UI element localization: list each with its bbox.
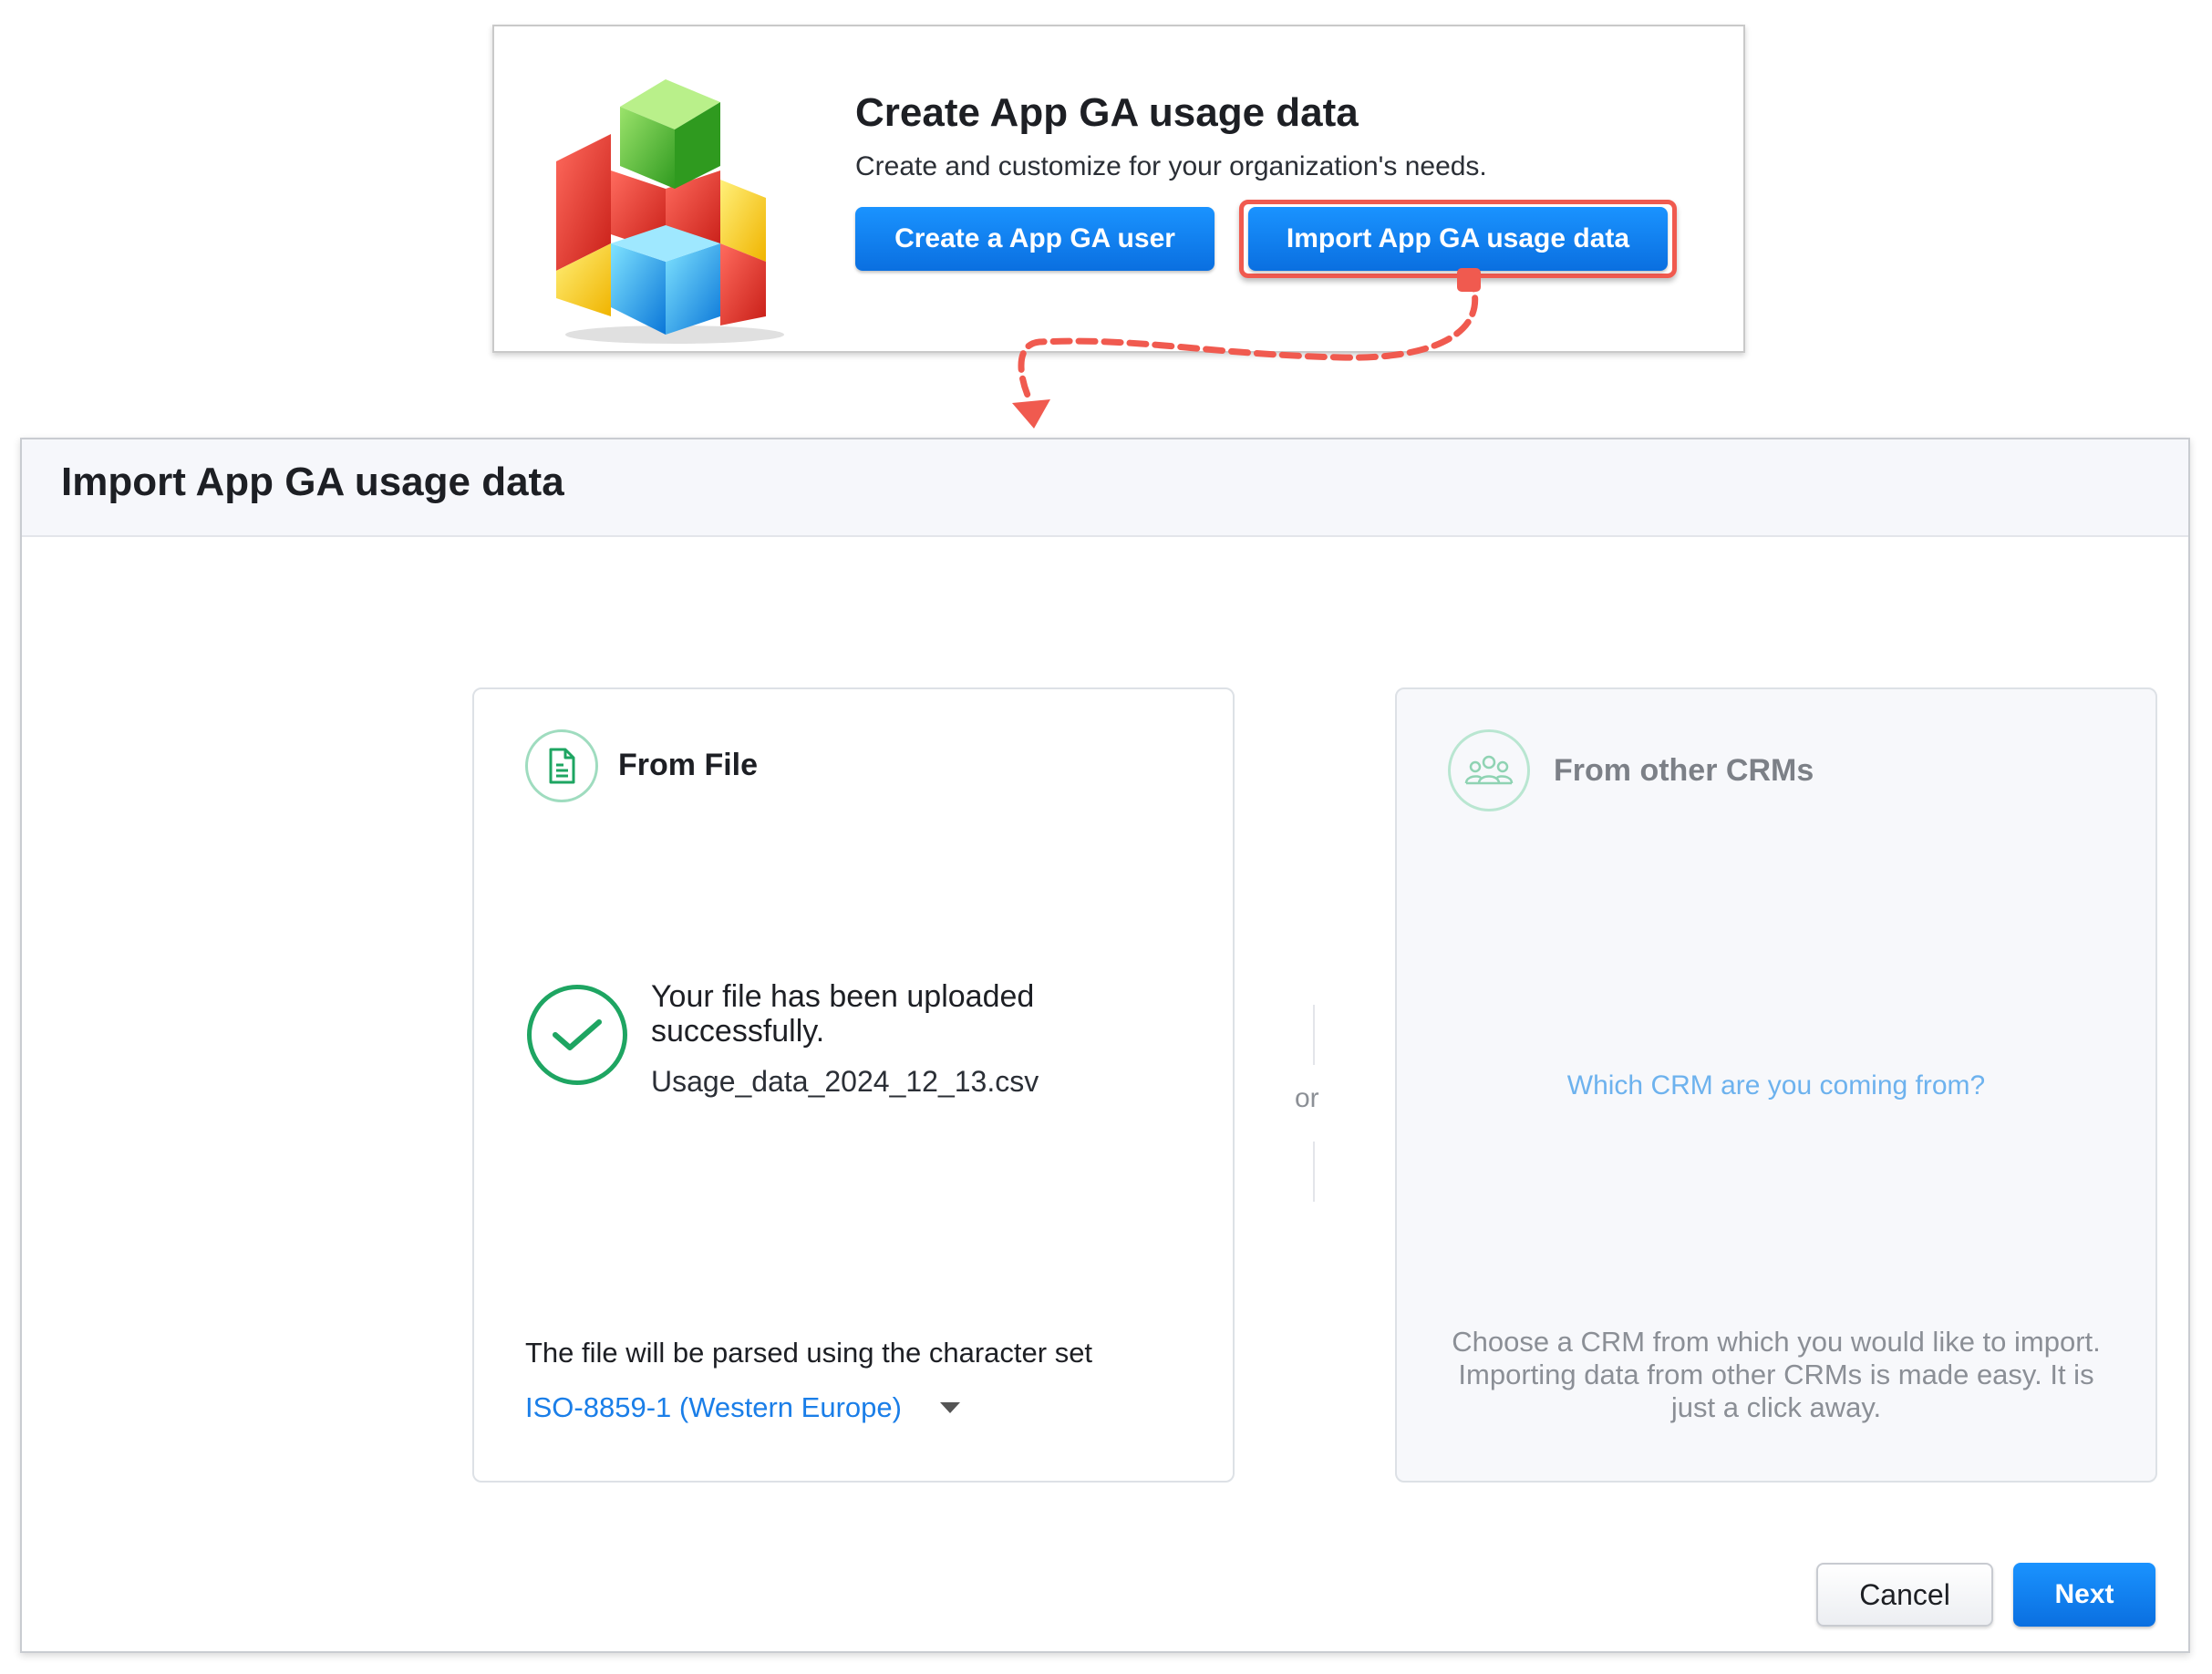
upload-success-message: Your file has been uploaded successfully… xyxy=(651,979,1035,1049)
import-usage-data-button[interactable]: Import App GA usage data xyxy=(1248,207,1668,271)
crm-description: Choose a CRM from which you would like t… xyxy=(1452,1326,2101,1423)
next-button[interactable]: Next xyxy=(2013,1563,2155,1627)
import-dialog: Import App GA usage data From File Your … xyxy=(20,438,2190,1653)
uploaded-file-name: Usage_data_2024_12_13.csv xyxy=(651,1065,1039,1098)
document-icon xyxy=(525,729,598,802)
separator-line-top xyxy=(1313,1005,1315,1065)
import-dialog-header: Import App GA usage data xyxy=(22,439,2188,537)
cubes-logo-icon xyxy=(556,79,784,344)
from-file-title: From File xyxy=(618,748,759,782)
create-app-card: Create App GA usage data Create and cust… xyxy=(492,25,1745,353)
charset-dropdown[interactable]: ISO-8859-1 (Western Europe) xyxy=(525,1391,960,1424)
users-group-icon xyxy=(1448,729,1530,811)
from-file-card[interactable]: From File Your file has been uploaded su… xyxy=(472,687,1235,1483)
create-card-title: Create App GA usage data xyxy=(855,90,1359,135)
success-check-icon xyxy=(527,985,627,1085)
create-card-subtitle: Create and customize for your organizati… xyxy=(855,151,1487,181)
from-other-crms-title: From other CRMs xyxy=(1554,753,1814,788)
separator-line-bottom xyxy=(1313,1142,1315,1202)
create-user-button[interactable]: Create a App GA user xyxy=(855,207,1215,271)
import-button-highlight: Import App GA usage data xyxy=(1239,200,1677,278)
chevron-down-icon xyxy=(939,1402,960,1413)
from-other-crms-card[interactable]: From other CRMs Which CRM are you coming… xyxy=(1395,687,2157,1483)
separator-or: or xyxy=(1295,1083,1319,1113)
cancel-button[interactable]: Cancel xyxy=(1816,1563,1993,1627)
crm-question-link[interactable]: Which CRM are you coming from? xyxy=(1397,1070,2155,1101)
import-dialog-title: Import App GA usage data xyxy=(61,460,564,504)
charset-label: The file will be parsed using the charac… xyxy=(525,1337,1093,1369)
charset-value: ISO-8859-1 (Western Europe) xyxy=(525,1391,902,1423)
